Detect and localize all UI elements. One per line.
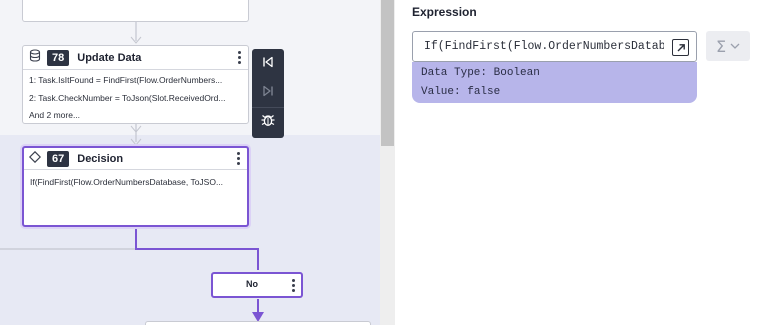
scrollbar-thumb[interactable] (381, 0, 394, 146)
branch-menu-icon[interactable] (291, 279, 295, 292)
bug-icon (260, 112, 276, 133)
update-line-2: 2: Task.CheckNumber = ToJson(Slot.Receiv… (29, 93, 226, 103)
skip-back-icon (262, 55, 274, 73)
flow-canvas[interactable]: 78 Update Data 1: Task.IsItFound = FindF… (0, 0, 380, 325)
expression-text[interactable]: If(FindFirst(Flow.OrderNumbersDatabase, … (424, 40, 664, 53)
expand-editor-button[interactable] (672, 39, 689, 56)
update-more-link[interactable]: And 2 more... (29, 110, 243, 120)
node-menu-icon[interactable] (236, 152, 240, 165)
decision-node[interactable]: 67 Decision If(FindFirst(Flow.OrderNumbe… (22, 146, 249, 227)
update-data-node[interactable]: 78 Update Data 1: Task.IsItFound = FindF… (22, 45, 249, 124)
branch-label: No (246, 279, 258, 289)
node-number-badge: 78 (47, 49, 70, 66)
data-type-row: Data Type: Boolean (421, 67, 540, 79)
diamond-icon (28, 150, 42, 168)
expression-input[interactable]: If(FindFirst(Flow.OrderNumbersDatabase, … (412, 31, 697, 62)
skip-back-button[interactable] (252, 49, 284, 78)
update-line-1: 1: Task.IsItFound = FindFirst(Flow.Order… (29, 75, 223, 85)
value-value: false (467, 86, 501, 98)
database-icon (29, 48, 41, 67)
evaluation-result: Data Type: Boolean Value: false (412, 62, 697, 103)
value-row: Value: false (421, 86, 500, 98)
node-title: Decision (77, 152, 124, 165)
app-root: 78 Update Data 1: Task.IsItFound = FindF… (0, 0, 766, 325)
skip-forward-icon (262, 84, 274, 102)
sigma-icon: Σ (715, 36, 727, 56)
decision-expression: If(FindFirst(Flow.OrderNumbersDatabase, … (30, 177, 224, 187)
debug-button[interactable] (252, 107, 284, 136)
no-branch-node[interactable]: No (211, 272, 303, 298)
data-type-value: Boolean (493, 67, 540, 79)
previous-node[interactable] (22, 0, 249, 22)
node-header: 67 Decision (24, 148, 247, 170)
chevron-down-icon (730, 37, 740, 55)
skip-forward-button[interactable] (252, 78, 284, 107)
value-label: Value: (421, 86, 461, 98)
next-node[interactable] (145, 321, 371, 325)
node-header: 78 Update Data (23, 46, 248, 70)
data-type-label: Data Type: (421, 67, 488, 79)
node-menu-icon[interactable] (237, 51, 241, 64)
node-number-badge: 67 (47, 150, 70, 167)
node-title: Update Data (77, 51, 142, 64)
panel-title: Expression (412, 5, 477, 19)
debug-toolbar (252, 49, 284, 138)
functions-dropdown-button[interactable]: Σ (706, 31, 750, 61)
